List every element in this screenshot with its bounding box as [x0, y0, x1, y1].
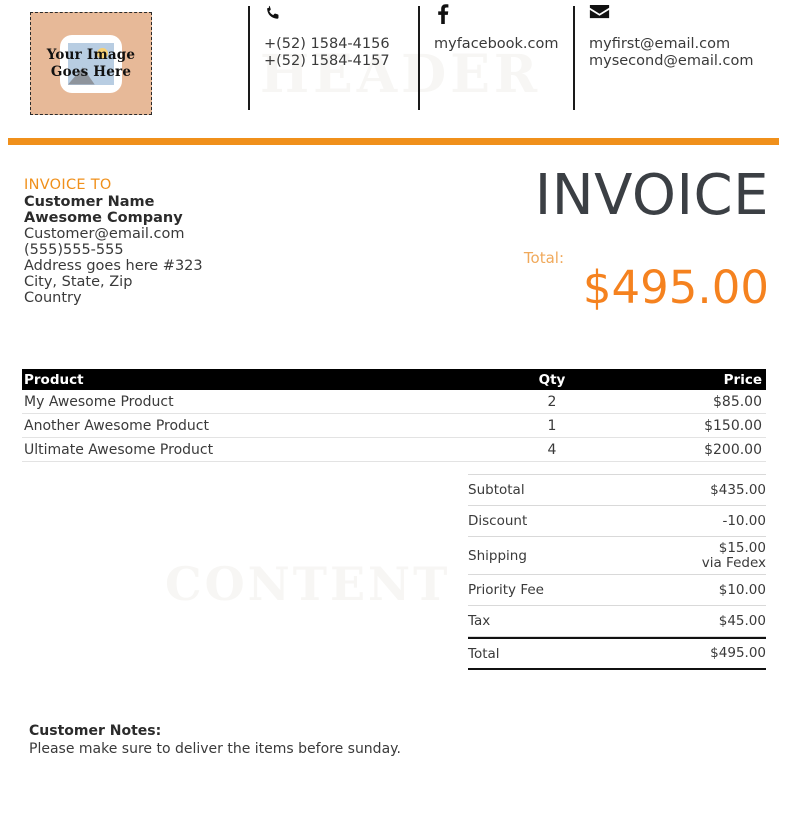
- totals-label: Subtotal: [468, 482, 525, 498]
- page-title: INVOICE: [534, 163, 769, 228]
- cell-product: Ultimate Awesome Product: [24, 441, 214, 458]
- totals-value: $45.00: [718, 612, 766, 629]
- customer-name: Customer Name: [24, 194, 155, 210]
- email-line-2: mysecond@email.com: [589, 53, 754, 69]
- totals-value-group: $15.00 via Fedex: [701, 539, 766, 571]
- column-header-price: Price: [723, 371, 762, 388]
- logo-text-line1: Your Image: [46, 46, 136, 63]
- facebook-icon: [434, 4, 452, 28]
- customer-country: Country: [24, 290, 82, 306]
- totals-label: Discount: [468, 513, 528, 529]
- contact-columns: +(52) 1584-4156 +(52) 1584-4157 myfacebo…: [248, 4, 778, 110]
- total-amount: $495.00: [582, 261, 769, 314]
- totals-label: Priority Fee: [468, 582, 544, 598]
- totals-row-discount: Discount -10.00: [468, 506, 766, 537]
- totals-value: $495.00: [710, 645, 766, 661]
- totals-label: Total: [468, 645, 500, 662]
- invoice-info-section: INVOICE TO Customer Name Awesome Company…: [0, 166, 787, 326]
- column-header-product: Product: [24, 371, 84, 388]
- orange-divider-bar: [8, 138, 779, 145]
- customer-address: Address goes here #323: [24, 258, 203, 274]
- logo-image-placeholder[interactable]: Your Image Goes Here: [30, 12, 152, 115]
- totals-row-subtotal: Subtotal $435.00: [468, 475, 766, 506]
- envelope-icon: [589, 4, 610, 28]
- customer-phone: (555)555-555: [24, 242, 124, 258]
- totals-value-note: via Fedex: [701, 554, 766, 571]
- phone-line-2: +(52) 1584-4157: [264, 53, 390, 69]
- contact-column-facebook: myfacebook.com: [418, 4, 573, 110]
- phone-icon: [264, 4, 282, 28]
- invoice-to-block: INVOICE TO Customer Name Awesome Company…: [24, 176, 203, 306]
- customer-email: Customer@email.com: [24, 226, 185, 242]
- page-header: HEADER Your Image Goes Here +(52) 1584-4…: [0, 0, 787, 126]
- cell-qty: 2: [547, 393, 557, 410]
- cell-price: $150.00: [704, 417, 762, 434]
- cell-price: $200.00: [704, 441, 762, 458]
- logo-placeholder-text: Your Image Goes Here: [31, 47, 151, 81]
- totals-value: -10.00: [722, 512, 766, 529]
- content-watermark: CONTENT: [165, 557, 451, 611]
- table-row: Ultimate Awesome Product 4 $200.00: [22, 438, 766, 462]
- cell-product: My Awesome Product: [24, 393, 174, 410]
- facebook-handle[interactable]: myfacebook.com: [434, 6, 573, 53]
- cell-price: $85.00: [713, 393, 762, 410]
- totals-value: $15.00: [718, 539, 766, 556]
- totals-row-tax: Tax $45.00: [468, 606, 766, 637]
- invoice-to-label: INVOICE TO: [24, 177, 112, 193]
- totals-value: $10.00: [718, 581, 766, 598]
- totals-summary: Subtotal $435.00 Discount -10.00 Shippin…: [468, 474, 766, 670]
- table-row: Another Awesome Product 1 $150.00: [22, 414, 766, 438]
- email-line-1: myfirst@email.com: [589, 36, 731, 52]
- contact-column-email: myfirst@email.com mysecond@email.com: [573, 4, 778, 110]
- phone-numbers: +(52) 1584-4156 +(52) 1584-4157: [264, 6, 418, 70]
- totals-label: Shipping: [468, 547, 527, 564]
- customer-notes-section: Customer Notes: Please make sure to deli…: [29, 722, 401, 758]
- totals-row-shipping: Shipping $15.00 via Fedex: [468, 537, 766, 575]
- phone-line-1: +(52) 1584-4156: [264, 36, 390, 52]
- table-row: My Awesome Product 2 $85.00: [22, 390, 766, 414]
- products-table: Product Qty Price My Awesome Product 2 $…: [22, 369, 766, 462]
- logo-text-line2: Goes Here: [50, 63, 132, 80]
- total-label: Total:: [523, 249, 564, 267]
- customer-company: Awesome Company: [24, 210, 183, 226]
- customer-notes-title: Customer Notes:: [29, 723, 162, 739]
- totals-value: $435.00: [710, 481, 766, 498]
- email-addresses[interactable]: myfirst@email.com mysecond@email.com: [589, 6, 778, 70]
- totals-row-priority-fee: Priority Fee $10.00: [468, 575, 766, 606]
- cell-product: Another Awesome Product: [24, 417, 209, 434]
- facebook-line-1: myfacebook.com: [434, 36, 559, 52]
- totals-label: Tax: [468, 613, 491, 629]
- cell-qty: 4: [547, 441, 557, 458]
- column-header-qty: Qty: [538, 371, 566, 388]
- customer-notes-text: Please make sure to deliver the items be…: [29, 741, 401, 757]
- totals-row-total: Total $495.00: [468, 637, 766, 670]
- customer-city: City, State, Zip: [24, 274, 133, 290]
- contact-column-phone: +(52) 1584-4156 +(52) 1584-4157: [248, 4, 418, 110]
- cell-qty: 1: [547, 417, 557, 434]
- table-header-row: Product Qty Price: [22, 369, 766, 390]
